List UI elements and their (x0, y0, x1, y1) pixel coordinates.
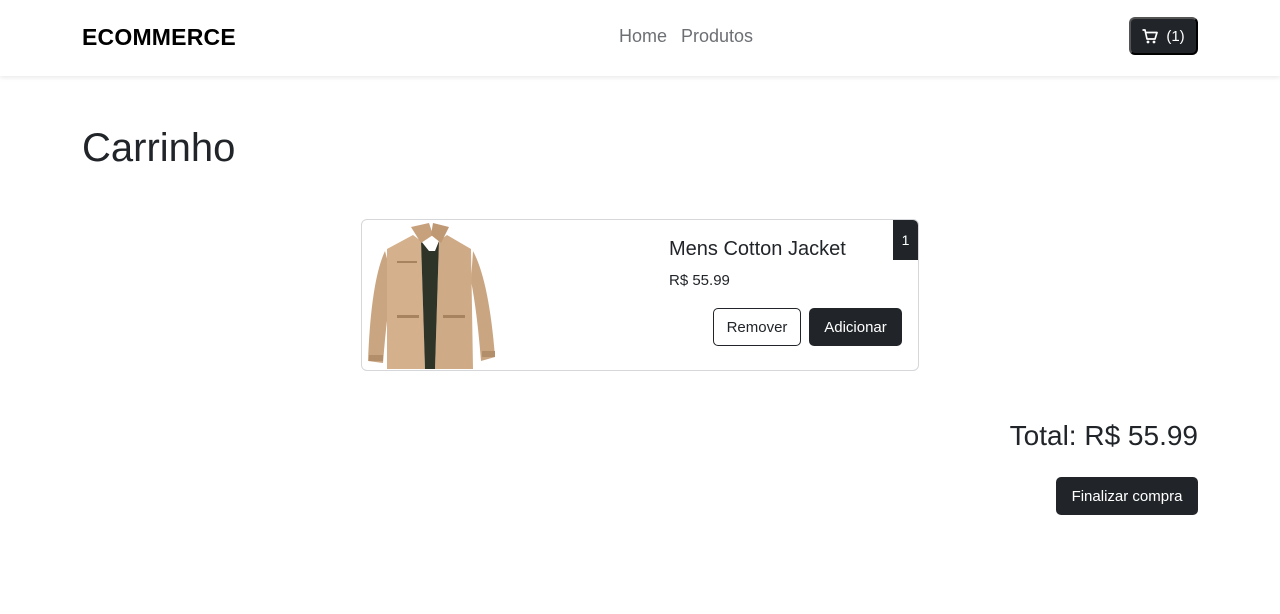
nav-link-produtos[interactable]: Produtos (681, 26, 753, 47)
checkout-button[interactable]: Finalizar compra (1056, 477, 1198, 515)
product-name: Mens Cotton Jacket (669, 238, 846, 260)
cart-button[interactable]: (1) (1129, 17, 1198, 55)
nav-link-home[interactable]: Home (619, 26, 667, 47)
cart-icon (1142, 28, 1159, 44)
navbar: ECOMMERCE Home Produtos (1) (0, 0, 1280, 76)
brand-logo[interactable]: ECOMMERCE (82, 24, 236, 51)
remove-button[interactable]: Remover (713, 308, 801, 346)
cart-item-card: 1 Mens Cotton Jacket R$ 55.99 Remover Ad… (361, 219, 919, 371)
quantity-badge: 1 (893, 220, 918, 260)
product-price: R$ 55.99 (669, 272, 730, 289)
add-button[interactable]: Adicionar (809, 308, 902, 346)
cart-count: (1) (1166, 27, 1185, 45)
cart-total: Total: R$ 55.99 (1009, 420, 1198, 451)
nav-links: Home Produtos (619, 26, 753, 47)
jacket-image (363, 221, 503, 369)
page-title: Carrinho (82, 126, 236, 170)
